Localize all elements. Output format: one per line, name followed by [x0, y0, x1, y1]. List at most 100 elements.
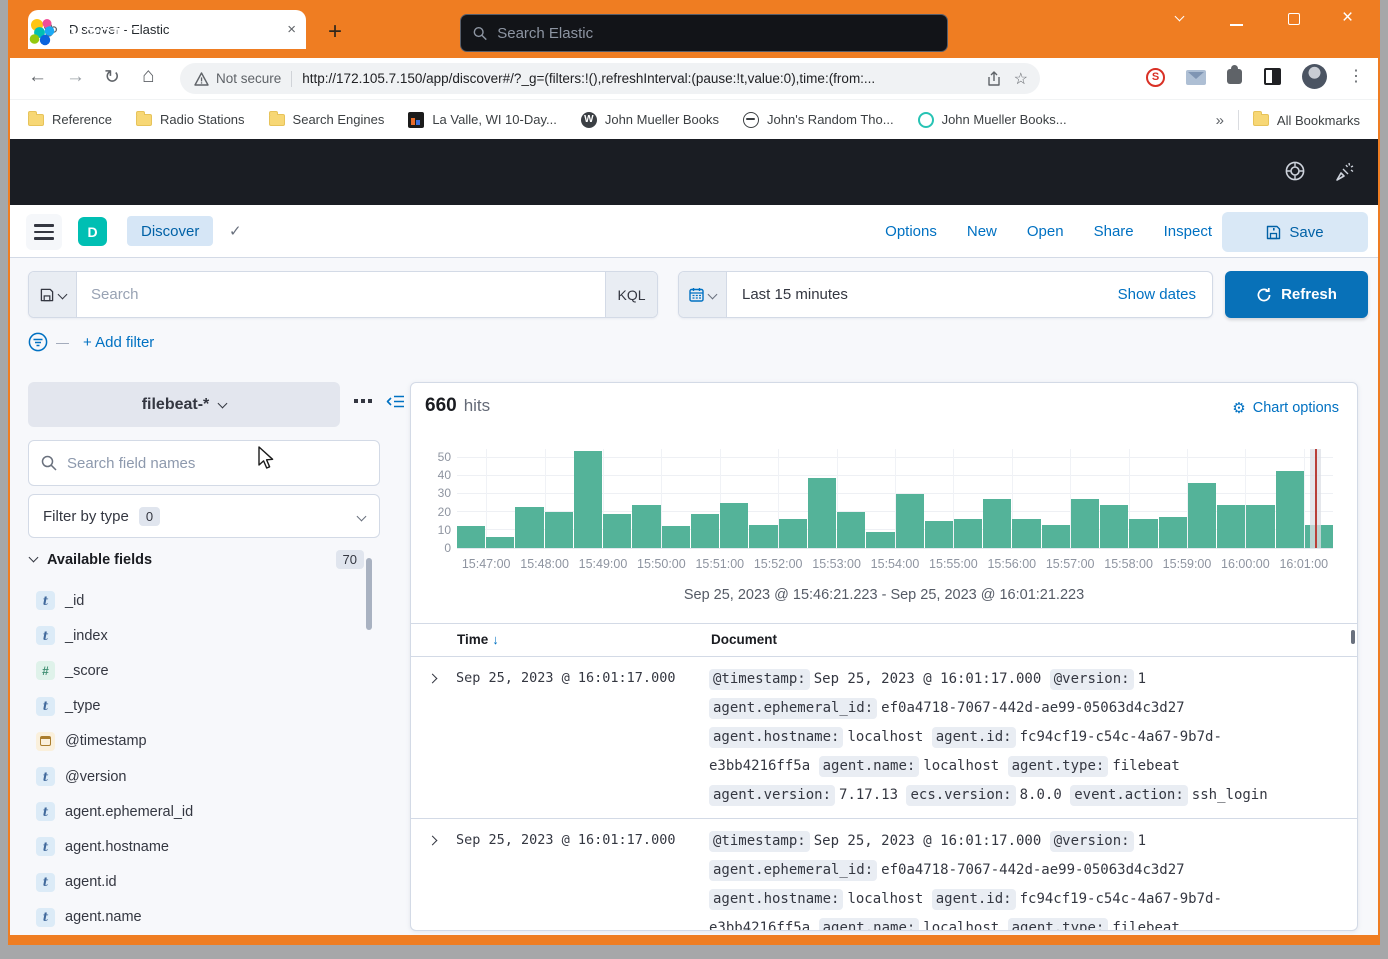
histogram-bar[interactable]	[896, 494, 924, 548]
show-dates-link[interactable]: Show dates	[1118, 286, 1212, 303]
index-pattern-selector[interactable]: filebeat-*	[28, 382, 340, 427]
histogram-bar[interactable]	[720, 503, 748, 548]
query-search-input[interactable]	[77, 286, 605, 303]
histogram-bar[interactable]	[983, 499, 1011, 548]
expand-row-icon[interactable]	[428, 836, 438, 846]
histogram-bar[interactable]	[749, 525, 777, 548]
forward-icon[interactable]: →	[66, 66, 85, 88]
histogram-bar[interactable]	[515, 507, 543, 548]
histogram-bar[interactable]	[457, 526, 485, 548]
histogram-bar[interactable]	[1012, 519, 1040, 548]
bookmark-radio-stations[interactable]: Radio Stations	[136, 112, 245, 127]
histogram-bar[interactable]	[779, 519, 807, 548]
histogram-bar[interactable]	[1159, 517, 1187, 548]
histogram-bar[interactable]	[632, 505, 660, 548]
nav-link-share[interactable]: Share	[1094, 223, 1134, 240]
bookmark-reference[interactable]: Reference	[28, 112, 112, 127]
bookmark-la-valle-wi-10-day[interactable]: La Valle, WI 10-Day...	[408, 112, 557, 128]
field-search-input[interactable]	[67, 455, 367, 472]
query-language-button[interactable]: KQL	[605, 272, 657, 317]
histogram-bar[interactable]	[1129, 519, 1157, 548]
field-item-agent-ephemeral-id[interactable]: tagent.ephemeral_id	[36, 794, 356, 829]
global-search-input[interactable]	[497, 25, 935, 42]
saved-query-menu-button[interactable]	[29, 272, 77, 317]
window-close-icon[interactable]: ×	[1342, 7, 1353, 29]
bookmarks-overflow-icon[interactable]: »	[1216, 112, 1224, 129]
histogram-bar[interactable]	[691, 514, 719, 548]
bookmark-john-mueller-books[interactable]: John Mueller Books...	[918, 112, 1067, 128]
index-options-icon[interactable]	[354, 399, 372, 403]
expand-row-icon[interactable]	[428, 674, 438, 684]
field-search-box[interactable]	[28, 440, 380, 486]
address-bar[interactable]: Not secure http://172.105.7.150/app/disc…	[180, 63, 1040, 94]
field-item-index[interactable]: t_index	[36, 618, 356, 653]
nav-link-new[interactable]: New	[967, 223, 997, 240]
back-icon[interactable]: ←	[28, 66, 47, 88]
histogram-bar[interactable]	[662, 526, 690, 548]
table-scrollbar[interactable]	[1351, 630, 1355, 644]
histogram-bar[interactable]	[1042, 525, 1070, 548]
bookmark-john-s-random-tho[interactable]: John's Random Tho...	[743, 112, 894, 128]
all-bookmarks-button[interactable]: All Bookmarks	[1253, 113, 1360, 128]
field-item-agent-hostname[interactable]: tagent.hostname	[36, 829, 356, 864]
home-icon[interactable]: ⌂	[142, 64, 155, 88]
histogram-bar[interactable]	[837, 512, 865, 548]
field-item-id[interactable]: t_id	[36, 583, 356, 618]
nav-link-open[interactable]: Open	[1027, 223, 1064, 240]
add-filter-link[interactable]: + Add filter	[83, 334, 154, 351]
url-text[interactable]: http://172.105.7.150/app/discover#/?_g=(…	[302, 71, 973, 86]
histogram-bar[interactable]	[925, 521, 953, 548]
help-icon[interactable]	[1284, 160, 1306, 182]
available-fields-header[interactable]: Available fields 70	[30, 550, 364, 569]
histogram-chart[interactable]	[457, 449, 1333, 549]
extension-mail-icon[interactable]	[1186, 70, 1206, 85]
field-item-version[interactable]: t@version	[36, 759, 356, 794]
histogram-bar[interactable]	[1246, 505, 1274, 548]
field-item-score[interactable]: #_score	[36, 653, 356, 688]
histogram-bar[interactable]	[486, 537, 514, 548]
column-time[interactable]: Time↓	[457, 632, 499, 647]
histogram-bar[interactable]	[1217, 505, 1245, 548]
table-row[interactable]: Sep 25, 2023 @ 16:01:17.000@timestamp:Se…	[411, 657, 1357, 819]
field-item-type[interactable]: t_type	[36, 689, 356, 724]
new-tab-button[interactable]: +	[328, 18, 342, 46]
field-item-agent-name[interactable]: tagent.name	[36, 900, 356, 935]
tab-close-icon[interactable]: ×	[287, 21, 296, 38]
chart-options-button[interactable]: ⚙ Chart options	[1232, 399, 1339, 417]
field-item-timestamp[interactable]: @timestamp	[36, 724, 356, 759]
table-row[interactable]: Sep 25, 2023 @ 16:01:17.000@timestamp:Se…	[411, 819, 1357, 931]
histogram-bar[interactable]	[1276, 471, 1304, 548]
nav-link-inspect[interactable]: Inspect	[1164, 223, 1212, 240]
date-quick-menu-button[interactable]	[679, 272, 727, 317]
bookmark-john-mueller-books[interactable]: WJohn Mueller Books	[581, 112, 719, 128]
filter-by-type-dropdown[interactable]: Filter by type 0	[28, 494, 380, 538]
global-search-box[interactable]	[460, 14, 948, 52]
window-maximize-icon[interactable]	[1288, 13, 1300, 25]
collapse-sidebar-icon[interactable]	[386, 394, 405, 409]
histogram-bar[interactable]	[1071, 499, 1099, 548]
histogram-bar[interactable]	[866, 532, 894, 548]
browser-menu-icon[interactable]: ⋮	[1348, 66, 1364, 86]
bookmark-star-icon[interactable]: ☆	[1014, 69, 1028, 89]
histogram-bar[interactable]	[574, 451, 602, 548]
save-button[interactable]: Save	[1222, 212, 1368, 252]
time-range-value[interactable]: Last 15 minutes	[727, 286, 1118, 303]
bookmark-search-engines[interactable]: Search Engines	[269, 112, 385, 127]
window-minimize-icon[interactable]	[1230, 24, 1243, 26]
profile-avatar[interactable]	[1302, 64, 1327, 89]
histogram-bar[interactable]	[1100, 505, 1128, 548]
share-icon[interactable]	[986, 71, 1002, 87]
reload-icon[interactable]: ↻	[104, 66, 120, 89]
histogram-bar[interactable]	[545, 512, 573, 548]
extensions-puzzle-icon[interactable]	[1227, 69, 1242, 84]
histogram-bar[interactable]	[808, 478, 836, 548]
field-item-agent-id[interactable]: tagent.id	[36, 865, 356, 900]
nav-link-options[interactable]: Options	[885, 223, 937, 240]
refresh-button[interactable]: Refresh	[1225, 271, 1368, 318]
histogram-bar[interactable]	[603, 514, 631, 548]
extension-grammarly-icon[interactable]: S	[1146, 68, 1165, 87]
newsfeed-icon[interactable]	[1334, 160, 1356, 182]
histogram-bar[interactable]	[954, 519, 982, 548]
sidebar-scrollbar[interactable]	[366, 558, 372, 630]
extension-reading-list-icon[interactable]	[1264, 68, 1281, 85]
